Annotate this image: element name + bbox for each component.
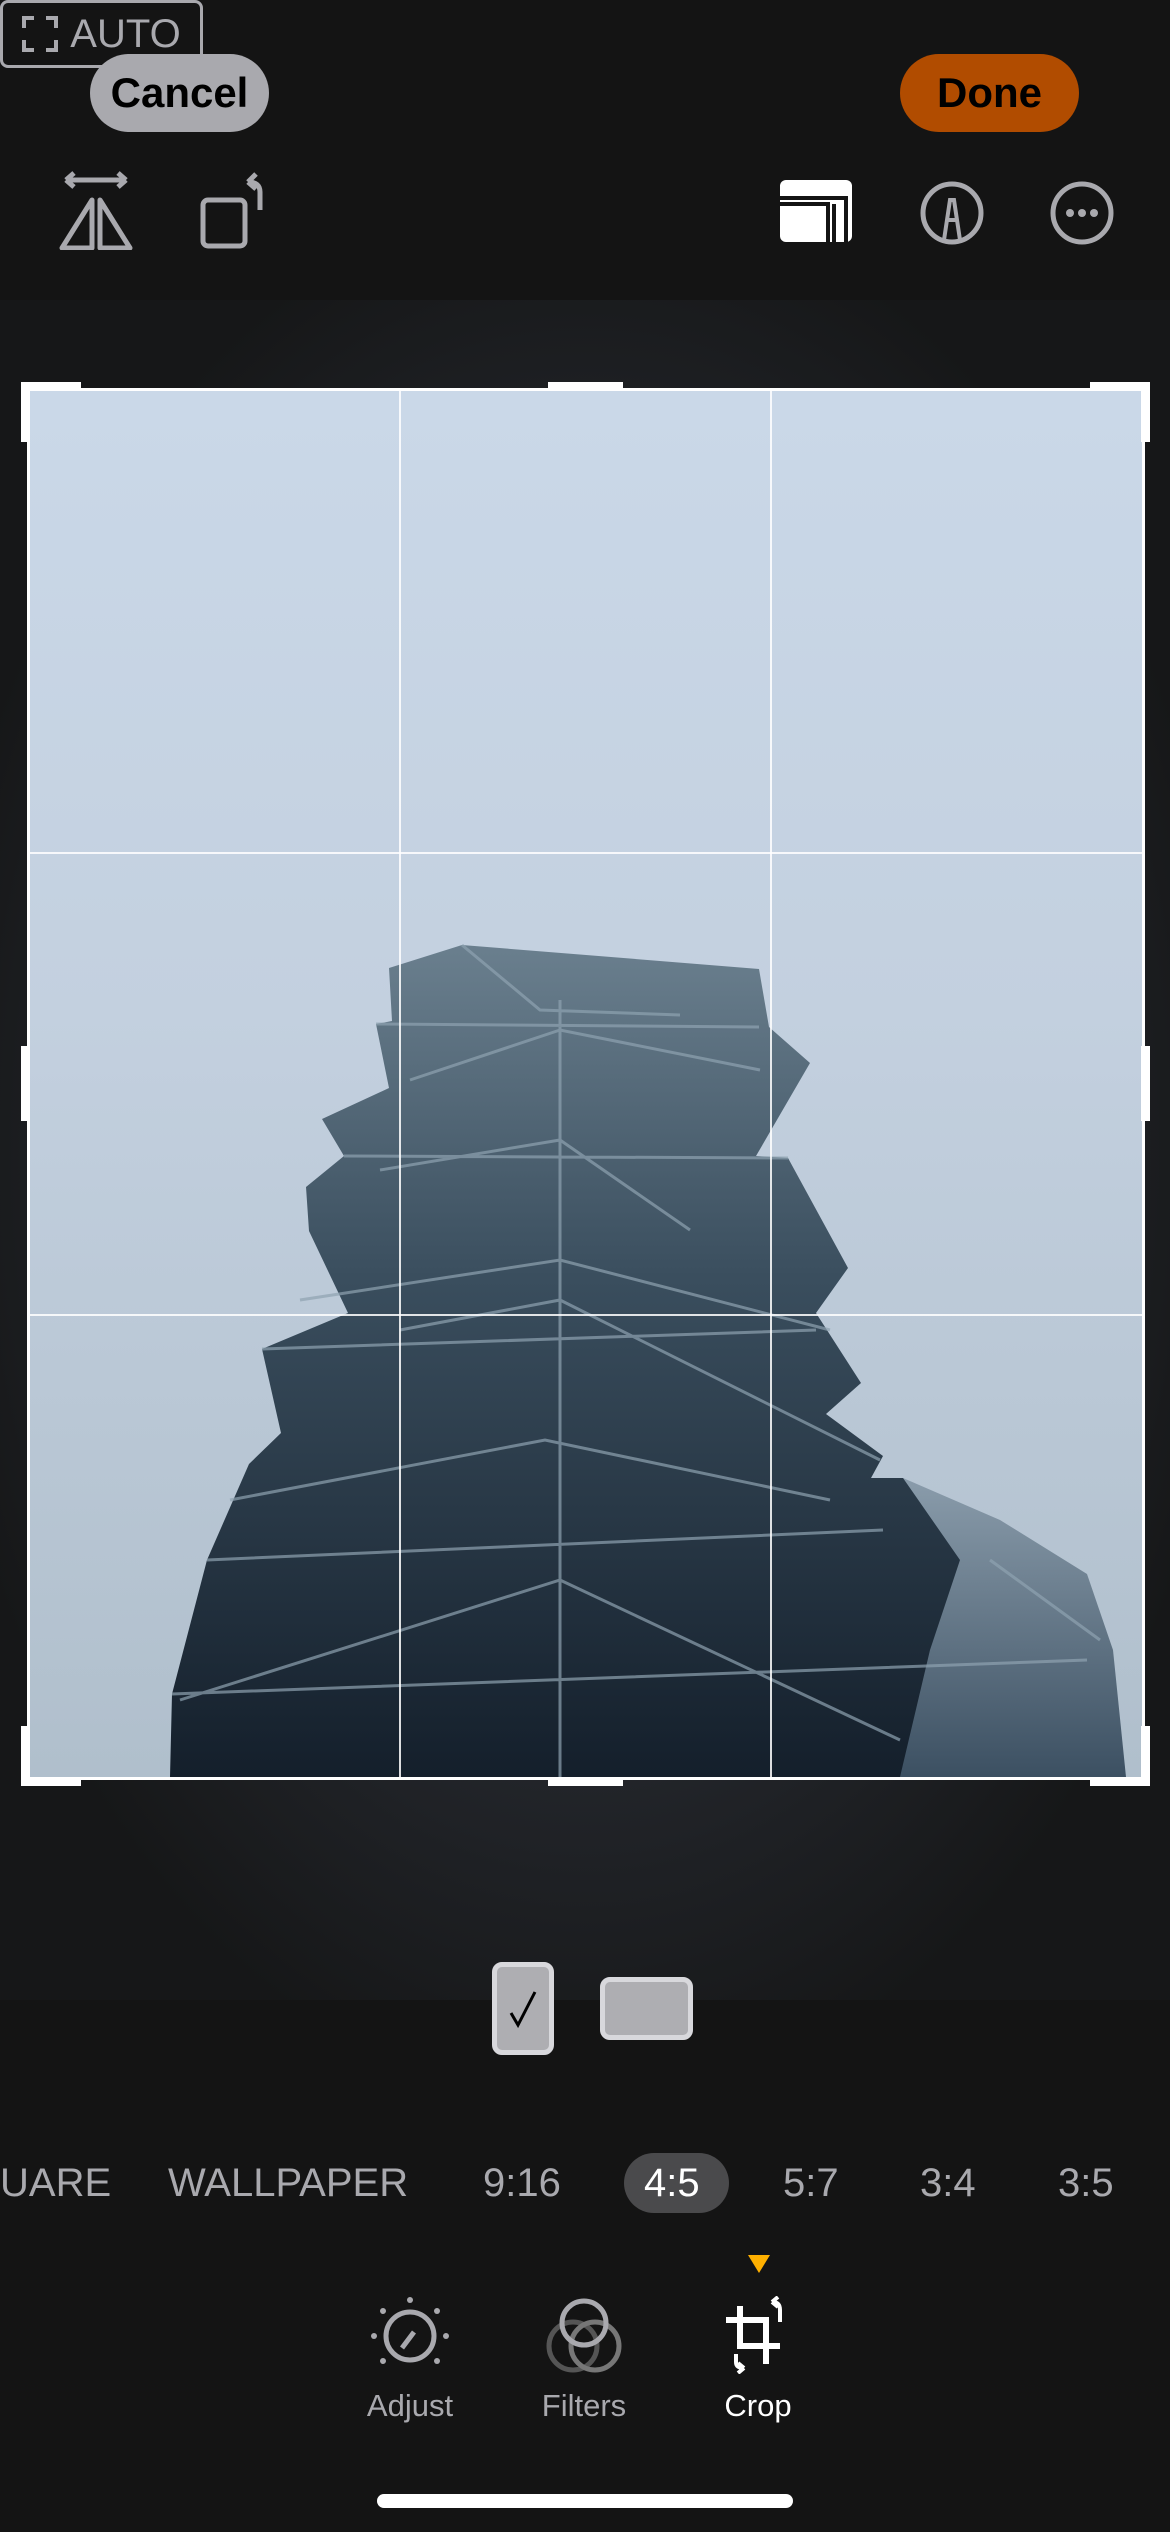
rotate-icon[interactable]	[200, 170, 266, 250]
cancel-button[interactable]: Cancel	[90, 54, 269, 132]
tool-filters[interactable]: Filters	[524, 2296, 644, 2424]
aspect-ratio-icon[interactable]	[780, 180, 852, 242]
crop-handle-bottom[interactable]	[548, 1777, 623, 1786]
flip-horizontal-icon[interactable]	[58, 170, 134, 250]
ratio-3-4[interactable]: 3:4	[920, 2153, 976, 2213]
markup-icon[interactable]	[920, 180, 984, 246]
tool-crop-label: Crop	[724, 2388, 792, 2423]
orientation-landscape-button[interactable]	[600, 1977, 693, 2040]
crop-handle-right[interactable]	[1141, 1046, 1150, 1121]
tool-filters-label: Filters	[541, 2388, 627, 2423]
ratio-9-16[interactable]: 9:16	[483, 2153, 561, 2213]
crop-handle-top[interactable]	[548, 382, 623, 391]
adjust-dial-icon	[371, 2297, 449, 2364]
ratio-5-7[interactable]: 5:7	[783, 2153, 839, 2213]
done-button[interactable]: Done	[900, 54, 1079, 132]
ratio-square[interactable]: UARE	[0, 2153, 111, 2213]
orientation-portrait-button[interactable]	[492, 1962, 554, 2055]
checkmark-icon	[509, 1990, 537, 2028]
crop-rotate-icon	[726, 2296, 782, 2374]
crop-handle-left[interactable]	[21, 1046, 30, 1121]
tool-adjust[interactable]: Adjust	[350, 2296, 470, 2424]
ratio-3-5[interactable]: 3:5	[1058, 2153, 1114, 2213]
filters-icon	[546, 2298, 622, 2373]
ratio-wallpaper[interactable]: WALLPAPER	[168, 2153, 408, 2213]
auto-crop-icon	[22, 16, 59, 52]
tool-adjust-label: Adjust	[366, 2388, 454, 2423]
more-icon[interactable]	[1050, 180, 1114, 246]
crop-frame	[27, 388, 1145, 1780]
tool-crop[interactable]: Crop	[698, 2296, 818, 2424]
active-tool-indicator-icon	[748, 2255, 770, 2273]
home-indicator[interactable]	[377, 2494, 793, 2508]
ratio-4-5[interactable]: 4:5	[624, 2153, 729, 2213]
auto-label: AUTO	[70, 11, 181, 56]
